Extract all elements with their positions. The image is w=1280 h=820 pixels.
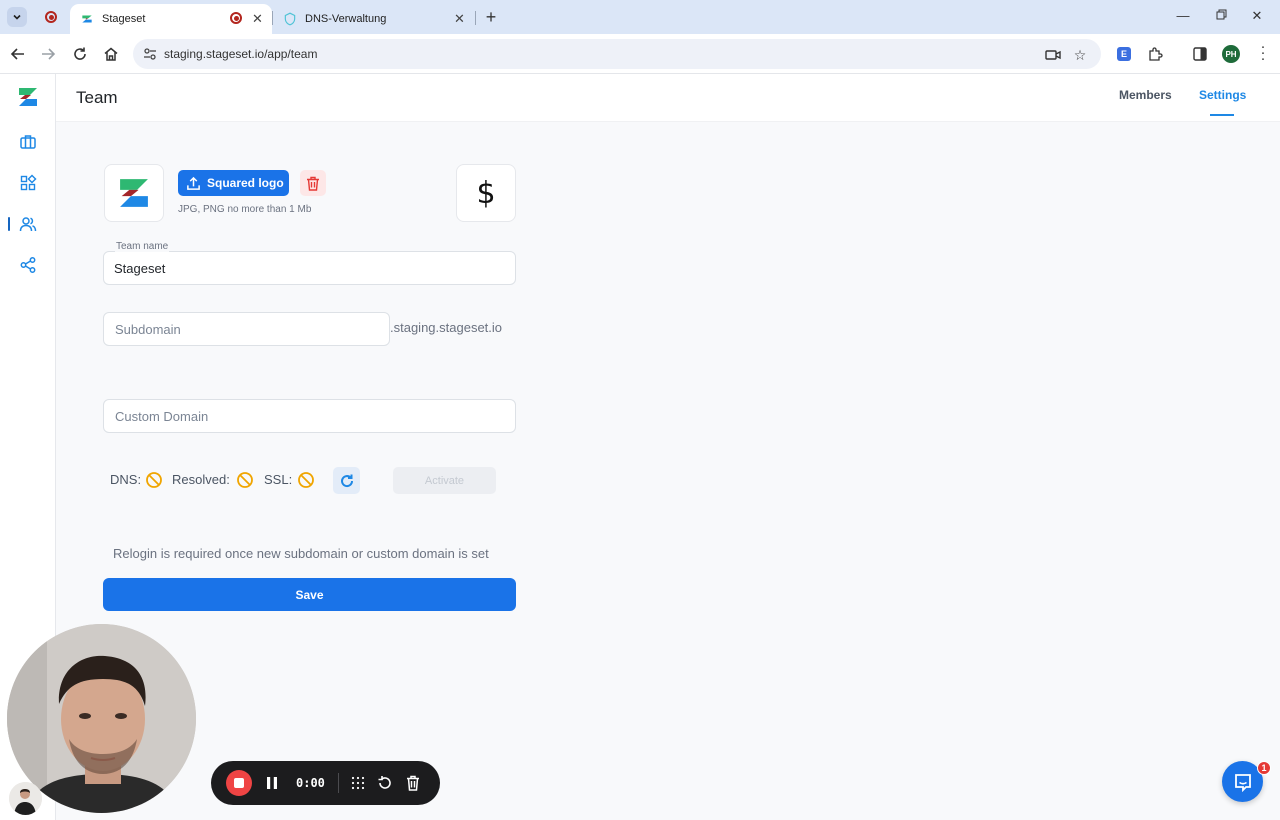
stop-recording-button[interactable] [226,770,252,796]
sidebar-item-share[interactable] [0,245,56,285]
dns-label: DNS: [110,472,142,487]
team-name-value: Stageset [114,261,166,276]
sidebar-item-projects[interactable] [0,122,56,162]
ssl-status-blocked-icon [298,472,314,488]
restart-icon [378,776,391,789]
close-icon[interactable]: ✕ [454,11,465,27]
browser-toolbar: staging.stageset.io/app/team ☆ E PH · · · [0,34,1280,74]
briefcase-icon [20,135,36,149]
recorder-divider [338,773,339,793]
ssl-label: SSL: [264,472,293,487]
delete-logo-button[interactable] [300,170,326,196]
extensions-puzzle-icon[interactable] [1146,45,1164,63]
browser-tab-bar: Stageset ✕ DNS-Verwaltung ✕ + — ✕ [0,0,1280,34]
favicon-preview[interactable]: $ [456,164,516,222]
chat-notification-badge: 1 [1257,761,1271,775]
reload-icon [74,47,86,60]
refresh-icon [340,474,353,487]
restore-icon [1216,9,1226,20]
tab-title: Stageset [102,13,146,25]
subdomain-field[interactable]: Subdomain [103,312,390,346]
upload-button-label: Squared logo [207,176,284,190]
extension-e-icon[interactable]: E [1115,45,1133,63]
presenter-thumbnail-image [9,782,42,815]
pause-button[interactable] [263,774,281,792]
dns-status-blocked-icon [146,472,162,488]
close-window-button[interactable]: ✕ [1249,8,1265,24]
stageset-favicon-icon [80,12,94,26]
activate-button[interactable]: Activate [393,467,496,494]
subdomain-suffix: .staging.stageset.io [390,320,503,335]
url-text: staging.stageset.io/app/team [164,47,318,61]
bookmark-star-icon[interactable]: ☆ [1071,46,1089,64]
sidebar-item-apps[interactable] [0,163,56,203]
shield-favicon-icon [283,12,297,26]
sidebar-item-team[interactable] [0,204,56,244]
stageset-logo-icon[interactable] [16,86,40,108]
page-header: Team Members Settings [56,74,1280,122]
active-tab-indicator [1210,114,1234,116]
recording-tab-icon[interactable] [45,11,57,23]
arrow-left-icon [10,48,24,60]
restart-recording-button[interactable] [376,774,394,792]
forward-button[interactable] [38,44,58,64]
upload-logo-button[interactable]: Squared logo [178,170,289,196]
save-button[interactable]: Save [103,578,516,611]
team-logo-preview [104,164,164,222]
pause-icon [267,777,277,789]
back-button[interactable] [8,44,28,64]
minimize-button[interactable]: — [1175,8,1191,23]
tab-members[interactable]: Members [1119,88,1172,102]
subdomain-placeholder: Subdomain [115,322,181,337]
tab-stageset[interactable]: Stageset ✕ [70,4,272,34]
side-panel-icon[interactable] [1191,45,1209,63]
home-button[interactable] [101,44,121,64]
resolved-status-blocked-icon [237,472,253,488]
profile-avatar[interactable]: PH [1222,45,1240,63]
browser-menu-icon[interactable]: · · · [1257,39,1269,66]
upload-hint: JPG, PNG no more than 1 Mb [178,204,312,215]
site-settings-icon[interactable] [142,46,158,62]
trash-icon [407,775,419,791]
tab-search-button[interactable] [7,7,27,27]
chat-icon [1234,773,1251,792]
recording-controls: 0:00 [211,761,440,805]
arrow-right-icon [42,48,56,60]
dots-grid-icon [351,776,365,790]
reload-button[interactable] [70,44,90,64]
tab-dns-verwaltung[interactable]: DNS-Verwaltung ✕ [273,4,473,34]
team-name-label: Team name [115,241,170,252]
refresh-status-button[interactable] [333,467,360,494]
camera-indicator-icon[interactable] [1044,46,1062,64]
grid-icon [20,174,37,191]
upload-icon [187,176,200,190]
users-icon [19,217,37,232]
extension-label: E [1117,47,1131,61]
chevron-down-icon [13,14,21,20]
trash-icon [307,176,319,191]
share-icon [20,257,36,273]
drawing-tool-button[interactable] [349,774,367,792]
tab-divider [475,11,476,25]
tab-recording-icon [230,12,242,24]
home-icon [104,47,118,61]
tab-settings[interactable]: Settings [1199,88,1246,102]
team-logo-image [120,179,148,207]
recording-time: 0:00 [296,776,325,790]
team-name-field[interactable]: Stageset [103,251,516,285]
new-tab-button[interactable]: + [482,7,500,28]
close-icon[interactable]: ✕ [252,11,263,27]
tab-title: DNS-Verwaltung [305,13,387,25]
page-title: Team [76,88,118,107]
resolved-label: Resolved: [172,472,230,487]
custom-domain-field[interactable]: Custom Domain [103,399,516,433]
custom-domain-placeholder: Custom Domain [115,409,209,424]
presenter-thumbnail[interactable] [9,782,42,815]
restore-button[interactable] [1213,8,1229,23]
address-bar[interactable]: staging.stageset.io/app/team ☆ [133,39,1101,69]
discard-recording-button[interactable] [404,774,422,792]
relogin-note: Relogin is required once new subdomain o… [113,546,489,561]
